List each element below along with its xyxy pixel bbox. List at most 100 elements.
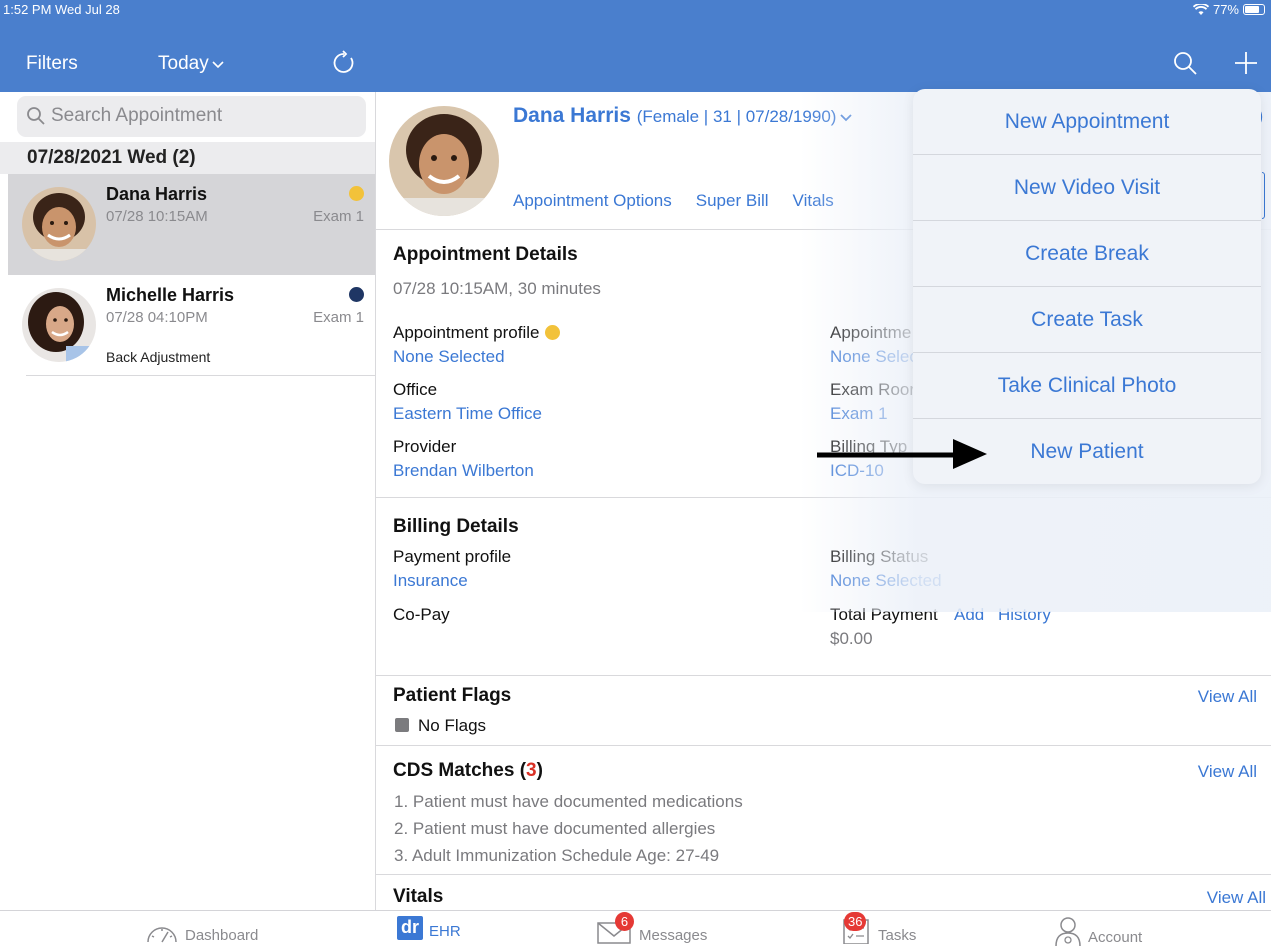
appointment-datetime: 07/28 04:10PM (106, 309, 208, 326)
billing-status-label: Billing Status (830, 547, 929, 566)
status-right: 77% (1192, 2, 1265, 17)
create-break-button[interactable]: Create Break (913, 221, 1261, 287)
date-filter-label: Today (158, 53, 209, 74)
divider (376, 874, 1271, 875)
patient-avatar (389, 106, 499, 216)
copay-label: Co-Pay (393, 605, 450, 624)
cds-view-all[interactable]: View All (1198, 762, 1257, 782)
filters-button[interactable]: Filters (26, 53, 78, 75)
payment-history-link[interactable]: History (998, 605, 1051, 625)
patient-demographics: (Female | 31 | 07/28/1990) (636, 107, 837, 126)
patient-options: Appointment Options Super Bill Vitals (513, 191, 834, 211)
cds-item: 2. Patient must have documented allergie… (394, 819, 716, 838)
appointment-summary: 07/28 10:15AM, 30 minutes (393, 279, 601, 298)
divider (376, 745, 1271, 746)
exam-room-label: Exam Roor (830, 380, 916, 399)
tab-dashboard[interactable]: Dashboard (145, 916, 258, 944)
super-bill-link[interactable]: Super Bill (696, 191, 769, 211)
appointment-profile-value[interactable]: None Selected (393, 347, 505, 367)
messages-badge: 6 (615, 912, 634, 931)
appointment-options-link[interactable]: Appointment Options (513, 191, 672, 211)
cds-item: 1. Patient must have documented medicati… (394, 792, 743, 811)
patient-name[interactable]: Dana Harris (Female | 31 | 07/28/1990) (513, 104, 853, 128)
office-value[interactable]: Eastern Time Office (393, 404, 542, 424)
tab-tasks-label: Tasks (878, 927, 917, 944)
cds-item: 3. Adult Immunization Schedule Age: 27-4… (394, 846, 720, 865)
wifi-icon (1192, 3, 1209, 15)
date-group-header: 07/28/2021 Wed (2) (0, 142, 375, 174)
appointment-profile-label: Appointment profile (393, 323, 561, 343)
cds-matches-title: CDS Matches (3) (393, 760, 543, 781)
new-appointment-button[interactable]: New Appointment (913, 89, 1261, 155)
appointment-row[interactable]: Dana Harris 07/28 10:15AM Exam 1 (8, 174, 375, 275)
appointment-status-label: Appointme (830, 323, 912, 342)
tab-messages[interactable]: 6 Messages (597, 912, 708, 944)
patient-flags-view-all[interactable]: View All (1198, 687, 1257, 707)
create-task-button[interactable]: Create Task (913, 287, 1261, 353)
battery-icon (1243, 4, 1265, 15)
tab-dashboard-label: Dashboard (185, 927, 259, 944)
office-label: Office (393, 380, 438, 399)
annotation-arrow-icon (817, 439, 987, 469)
tab-ehr[interactable]: dr EHR (397, 916, 461, 940)
no-flags-text: No Flags (418, 716, 487, 735)
payment-profile-label: Payment profile (393, 547, 512, 566)
cds-count: 3 (526, 760, 537, 781)
chevron-down-icon (840, 114, 853, 122)
status-dot (349, 186, 364, 201)
appointment-row[interactable]: Michelle Harris 07/28 04:10PM Exam 1 Bac… (8, 275, 375, 376)
appointment-room: Exam 1 (313, 309, 364, 326)
take-clinical-photo-button[interactable]: Take Clinical Photo (913, 353, 1261, 419)
tasks-badge: 36 (844, 912, 867, 931)
search-bar[interactable] (17, 96, 366, 137)
appointment-room: Exam 1 (313, 208, 364, 225)
hidden-button-edge (1262, 172, 1265, 219)
patient-flags-title: Patient Flags (393, 685, 512, 706)
avatar (22, 288, 96, 362)
provider-value[interactable]: Brendan Wilberton (393, 461, 534, 481)
vitals-link[interactable]: Vitals (793, 191, 834, 211)
new-video-visit-button[interactable]: New Video Visit (913, 155, 1261, 221)
profile-color-dot (545, 325, 561, 340)
divider (26, 375, 375, 376)
tab-messages-label: Messages (639, 927, 708, 944)
payment-profile-value[interactable]: Insurance (393, 571, 468, 591)
right-header (375, 20, 1271, 92)
add-icon[interactable] (1233, 50, 1259, 76)
exam-room-value[interactable]: Exam 1 (830, 404, 888, 424)
left-header: Filters Today (0, 20, 375, 92)
date-filter-button[interactable]: Today (158, 53, 224, 75)
appointment-name: Dana Harris (106, 184, 208, 204)
messages-envelope-icon: 6 (597, 912, 634, 944)
patient-name-text: Dana Harris (513, 104, 631, 127)
status-bar: 1:52 PM Wed Jul 28 77% (0, 0, 1271, 20)
account-user-icon (1055, 917, 1081, 946)
avatar (22, 187, 96, 261)
tasks-checklist-icon: 36 (842, 912, 872, 945)
billing-status-value[interactable]: None Selected (830, 571, 942, 591)
tab-account-label: Account (1088, 929, 1143, 946)
tab-bar: Dashboard dr EHR 6 Messages 36 Tasks Acc… (0, 910, 1271, 949)
vitals-view-all[interactable]: View All (1207, 888, 1266, 908)
appointment-list-pane: 07/28/2021 Wed (2) Dana Harris 07/28 10:… (0, 92, 375, 910)
tab-tasks[interactable]: 36 Tasks (842, 912, 917, 945)
appointment-note: Back Adjustment (106, 349, 211, 365)
refresh-icon[interactable] (331, 50, 357, 76)
add-menu-popover: New Appointment New Video Visit Create B… (913, 89, 1261, 484)
status-dot (349, 287, 364, 302)
search-icon[interactable] (1172, 50, 1198, 76)
tab-account[interactable]: Account (1054, 916, 1142, 946)
add-payment-link[interactable]: Add (954, 605, 984, 625)
flag-icon (395, 718, 409, 732)
billing-details-title: Billing Details (393, 516, 519, 537)
appointment-datetime: 07/28 10:15AM (106, 208, 208, 225)
divider (376, 675, 1271, 676)
search-input[interactable] (51, 102, 351, 130)
appointment-status-value[interactable]: None Selec (830, 347, 918, 367)
battery-percent: 77% (1212, 2, 1239, 17)
appointment-name: Michelle Harris (106, 285, 235, 305)
appointment-details-title: Appointment Details (393, 244, 578, 265)
total-payment-value: $0.00 (830, 629, 873, 648)
search-icon (27, 107, 45, 125)
status-time: 1:52 PM Wed Jul 28 (3, 2, 120, 17)
